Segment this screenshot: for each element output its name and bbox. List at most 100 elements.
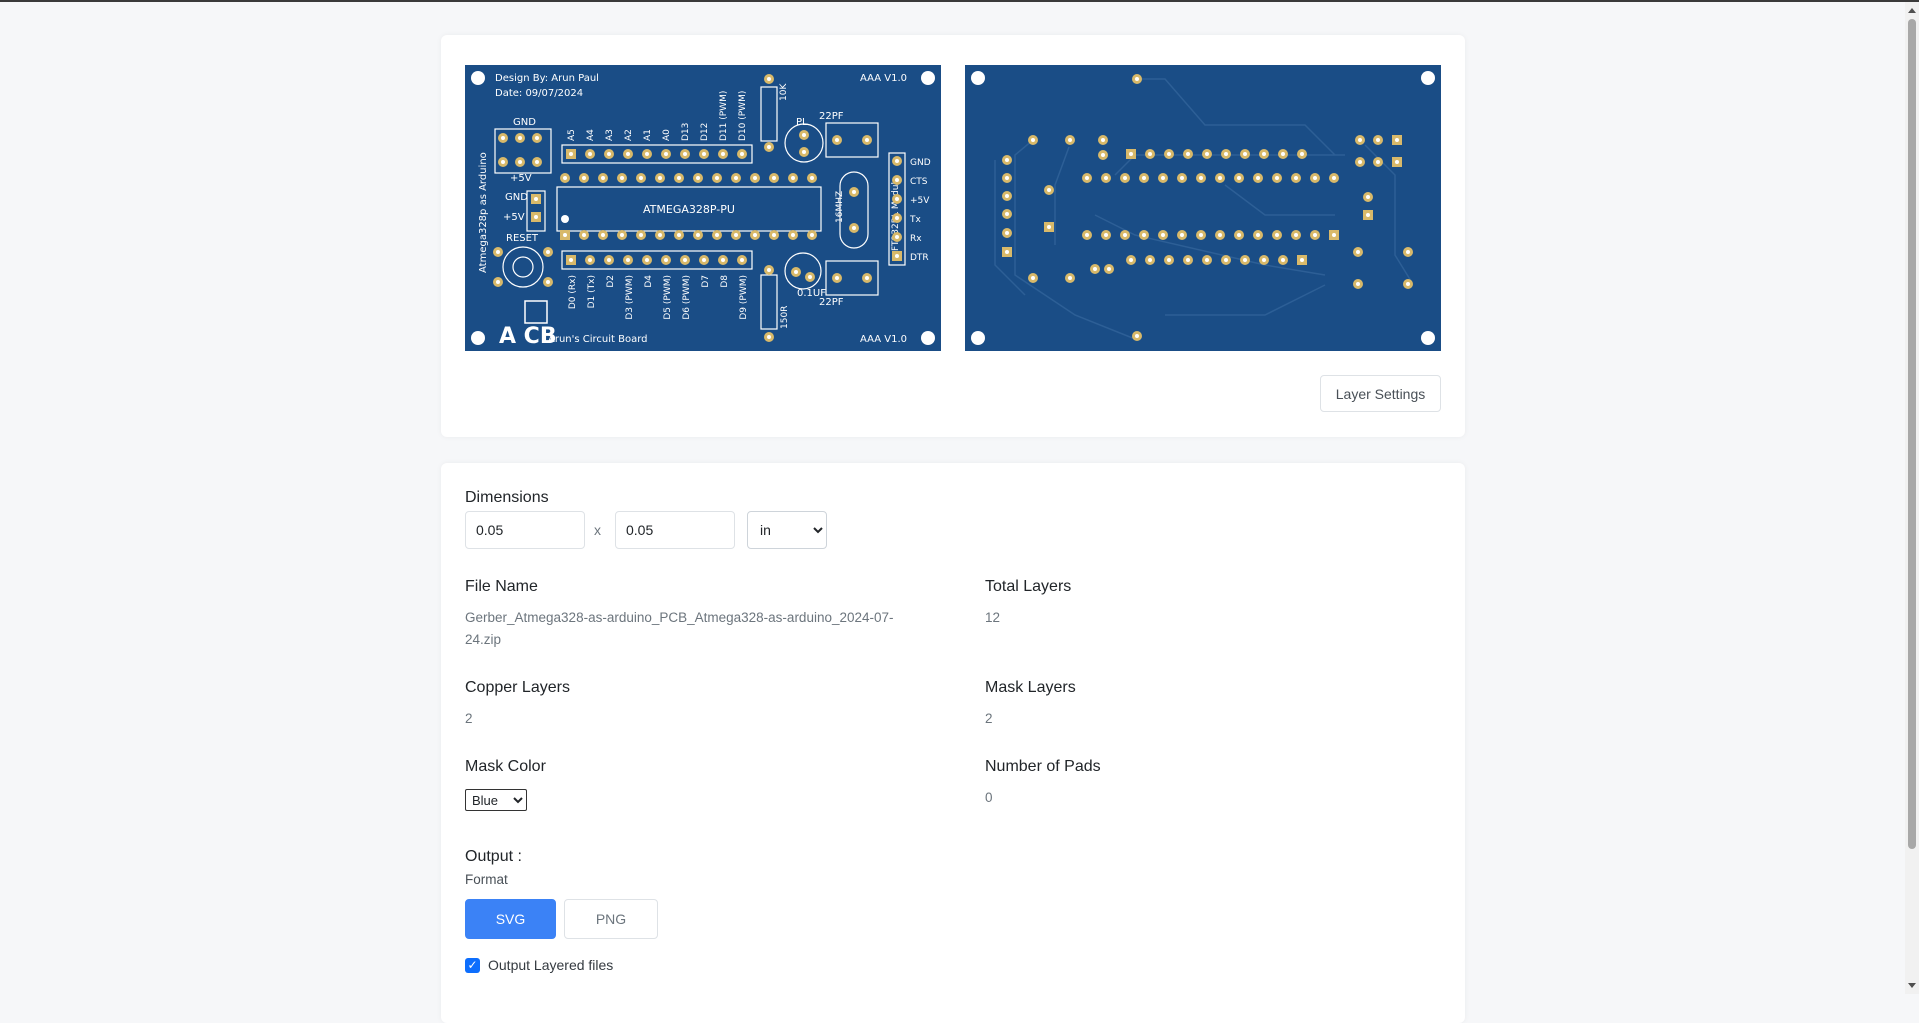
chip-top-pad13-hole bbox=[810, 176, 814, 180]
back-trace1 bbox=[1014, 139, 1136, 340]
back-bottom-header-pad6-hole bbox=[1243, 258, 1247, 262]
chip-bottom-pad0-hole bbox=[563, 233, 567, 237]
power-pad-0-hole bbox=[534, 197, 538, 201]
resistor-top-outline bbox=[760, 86, 778, 142]
file-name-value: Gerber_Atmega328-as-arduino_PCB_Atmega32… bbox=[465, 610, 894, 647]
mask-layers-value: 2 bbox=[985, 711, 993, 726]
back-bottom-header-pad1-hole bbox=[1148, 258, 1152, 262]
back-chip-bottom-pad5-hole bbox=[1180, 233, 1184, 237]
resistor-bottom-label: 150R bbox=[780, 306, 790, 329]
back-bottom-header-pad9-hole bbox=[1300, 258, 1304, 262]
copper-layers-value: 2 bbox=[465, 711, 473, 726]
page-scrollbar[interactable] bbox=[1905, 2, 1919, 994]
unit-select[interactable]: in bbox=[747, 511, 827, 549]
crystal-pad-bottom-hole bbox=[852, 226, 856, 230]
elec-cap-outline bbox=[784, 252, 822, 290]
bottom-header-pad3-hole bbox=[626, 258, 630, 262]
back-chip-top-pad5-hole bbox=[1180, 176, 1184, 180]
scroll-up-icon[interactable] bbox=[1908, 8, 1916, 13]
bottom-pin-label: D8 bbox=[720, 275, 730, 288]
scroll-down-icon[interactable] bbox=[1908, 983, 1916, 988]
file-name-label: File Name bbox=[465, 578, 538, 595]
dimensions-label: Dimensions bbox=[465, 489, 549, 506]
side-label: Atmega328p as Arduino bbox=[478, 152, 489, 273]
back-left-pad0-hole bbox=[1005, 158, 1009, 162]
module-pin-label: CTS bbox=[910, 177, 928, 187]
top-pin-label: A1 bbox=[643, 129, 653, 141]
back-chip-bottom-pad1-hole bbox=[1104, 233, 1108, 237]
back-pad-n-hole bbox=[1358, 160, 1362, 164]
bottom-pin-label: D1 (Tx) bbox=[587, 275, 597, 308]
reset-button-outline bbox=[502, 246, 544, 288]
chip-bottom-pad2-hole bbox=[601, 233, 605, 237]
png-format-button[interactable]: PNG bbox=[564, 899, 658, 939]
module-pad5-hole bbox=[895, 254, 899, 258]
back-bottom-header-pad8-hole bbox=[1281, 258, 1285, 262]
top-pin-label: D13 bbox=[681, 123, 691, 141]
chip-bottom-pad5-hole bbox=[658, 233, 662, 237]
top-pin-label: D11 (PWM) bbox=[719, 91, 729, 141]
back-top-header-pad1-hole bbox=[1148, 152, 1152, 156]
back-chip-bottom-pad13-hole bbox=[1332, 233, 1336, 237]
bottom-header-pad2-hole bbox=[607, 258, 611, 262]
top-pin-label: A4 bbox=[586, 129, 596, 141]
gnd-5v-pad4-hole bbox=[518, 160, 522, 164]
chip-bottom-pad7-hole bbox=[696, 233, 700, 237]
back-left-pad5-hole bbox=[1005, 250, 1009, 254]
back-left-pad2-hole bbox=[1005, 194, 1009, 198]
top-pin-label: A3 bbox=[605, 129, 615, 141]
back-pad-i-hole bbox=[1135, 77, 1139, 81]
mask-color-select[interactable]: Blue bbox=[465, 789, 527, 811]
bottom-pin-label: D7 bbox=[701, 275, 711, 288]
chip-bottom-pad11-hole bbox=[772, 233, 776, 237]
back-chip-bottom-pad11-hole bbox=[1294, 233, 1298, 237]
chip-top-pad3-hole bbox=[620, 176, 624, 180]
svg-format-button[interactable]: SVG bbox=[465, 899, 556, 939]
gnd-5v-pad3-hole bbox=[501, 160, 505, 164]
back-pad-f-hole bbox=[1101, 153, 1105, 157]
back-chip-top-pad1-hole bbox=[1104, 176, 1108, 180]
dimension-separator: x bbox=[594, 522, 601, 538]
back-left-pad3-hole bbox=[1005, 212, 1009, 216]
output-layered-checkbox[interactable]: ✓ bbox=[465, 957, 480, 973]
height-input[interactable] bbox=[615, 511, 735, 549]
back-chip-bottom-pad6-hole bbox=[1199, 233, 1203, 237]
back-pad-o-hole bbox=[1376, 160, 1380, 164]
module-pin-label: DTR bbox=[910, 253, 929, 263]
width-input[interactable] bbox=[465, 511, 585, 549]
back-pad-r-hole bbox=[1366, 213, 1370, 217]
back-top-header-pad7-hole bbox=[1262, 152, 1266, 156]
chip-top-pad8-hole bbox=[715, 176, 719, 180]
bottom-pin-label: D2 bbox=[606, 275, 616, 288]
back-pad-s-hole bbox=[1356, 250, 1360, 254]
back-pad-t-hole bbox=[1356, 282, 1360, 286]
back-pad-h-hole bbox=[1047, 225, 1051, 229]
chip-pin1-dot bbox=[561, 215, 569, 223]
back-bottom-header-pad7-hole bbox=[1262, 258, 1266, 262]
chip-top-pad6-hole bbox=[677, 176, 681, 180]
back-chip-bottom-pad7-hole bbox=[1218, 233, 1222, 237]
bottom-header-pad5-hole bbox=[664, 258, 668, 262]
power-pad-1-hole bbox=[534, 215, 538, 219]
top-header-pad4-hole bbox=[645, 152, 649, 156]
back-chip-bottom-pad12-hole bbox=[1313, 233, 1317, 237]
layer-settings-button[interactable]: Layer Settings bbox=[1320, 375, 1441, 412]
back-top-header-pad8-hole bbox=[1281, 152, 1285, 156]
bottom-pin-label: D9 (PWM) bbox=[739, 275, 749, 320]
r150-pad-bottom-hole bbox=[767, 335, 771, 339]
reset-button-inner bbox=[512, 256, 534, 278]
bottom-pin-label: D6 (PWM) bbox=[682, 275, 692, 320]
logo-text: A CB bbox=[499, 324, 557, 349]
resistor-top-label: 10K bbox=[779, 83, 789, 101]
mask-color-label: Mask Color bbox=[465, 758, 546, 775]
chip-bottom-pad1-hole bbox=[582, 233, 586, 237]
back-pad-d-hole bbox=[1068, 276, 1072, 280]
back-chip-top-pad8-hole bbox=[1237, 176, 1241, 180]
scrollbar-thumb[interactable] bbox=[1908, 19, 1916, 849]
output-layered-checkbox-row[interactable]: ✓ Output Layered files bbox=[465, 957, 613, 973]
cap-top-label: 22PF bbox=[819, 111, 844, 122]
cap-bottom-pad-right-hole bbox=[865, 276, 869, 280]
gnd-5v-pad2-hole bbox=[535, 136, 539, 140]
back-bottom-header-pad2-hole bbox=[1167, 258, 1171, 262]
module-pin-label: Tx bbox=[909, 215, 921, 225]
